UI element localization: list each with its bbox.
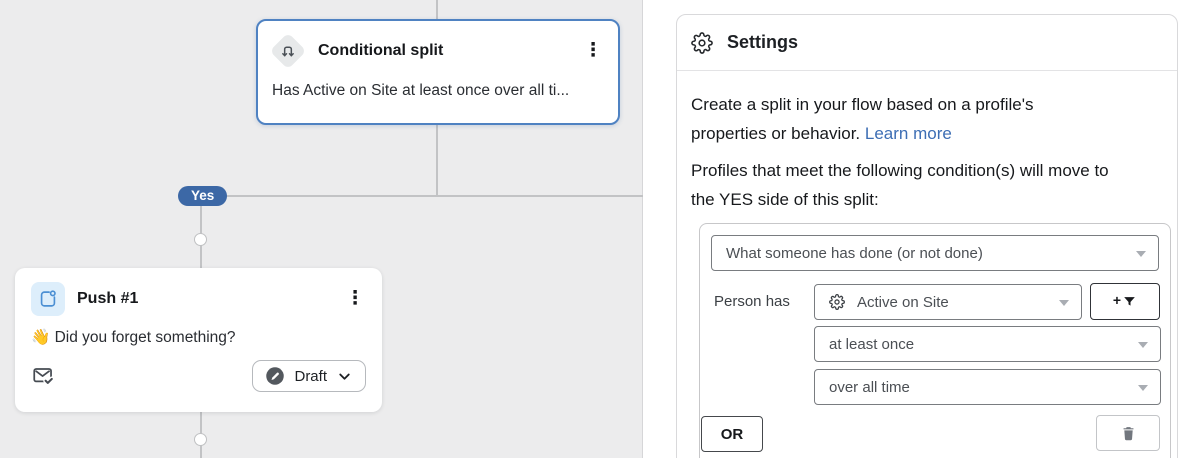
add-filter-button[interactable]: + (1090, 283, 1160, 320)
mobile-push-icon (31, 282, 65, 316)
or-condition-button[interactable]: OR (701, 416, 763, 452)
push-node[interactable]: Push #1 👋 Did you forget something? (15, 268, 382, 412)
kebab-menu-icon[interactable] (582, 41, 604, 61)
settings-panel-header: Settings (677, 15, 1177, 71)
condition-builder-box: What someone has done (or not done) Pers… (699, 223, 1171, 458)
funnel-filter-icon (1122, 294, 1137, 309)
envelope-check-icon (31, 363, 57, 389)
condition-summary: Has Active on Site at least once over al… (270, 82, 604, 100)
flow-builder-screen: Conditional split Has Active on Site at … (0, 0, 1200, 458)
connector-line (200, 195, 643, 197)
chevron-down-icon (1138, 342, 1148, 348)
connector-line (436, 124, 438, 196)
connector-line (200, 196, 202, 268)
connector-dot[interactable] (194, 233, 207, 246)
condition-type-dropdown[interactable]: What someone has done (or not done) (711, 235, 1159, 271)
metric-dropdown[interactable]: Active on Site (814, 284, 1082, 320)
yes-branch-badge: Yes (178, 186, 227, 206)
flow-canvas[interactable]: Conditional split Has Active on Site at … (0, 0, 643, 458)
chevron-down-icon (1138, 385, 1148, 391)
chevron-down-icon (336, 368, 353, 385)
condition-intro: Profiles that meet the following conditi… (691, 156, 1109, 214)
draft-status-icon (265, 366, 285, 386)
timeframe-dropdown[interactable]: over all time (814, 369, 1161, 405)
node-title: Push #1 (77, 290, 138, 308)
settings-panel: Settings Create a split in your flow bas… (676, 14, 1178, 458)
kebab-menu-icon[interactable] (344, 289, 366, 309)
conditional-split-node[interactable]: Conditional split Has Active on Site at … (256, 19, 620, 125)
learn-more-link[interactable]: Learn more (865, 124, 952, 143)
status-dropdown-button[interactable]: Draft (252, 360, 366, 392)
push-message-preview: 👋 Did you forget something? (31, 328, 366, 347)
gear-icon (691, 32, 713, 54)
connector-dot[interactable] (194, 433, 207, 446)
person-has-label: Person has (714, 284, 790, 320)
chevron-down-icon (1059, 300, 1069, 306)
trash-icon (1120, 425, 1137, 442)
panel-title: Settings (727, 32, 798, 53)
frequency-dropdown[interactable]: at least once (814, 326, 1161, 362)
status-label: Draft (294, 368, 327, 385)
gear-icon (829, 294, 845, 310)
conditional-split-icon (270, 33, 306, 69)
chevron-down-icon (1136, 251, 1146, 257)
node-title: Conditional split (318, 42, 443, 60)
delete-condition-button[interactable] (1096, 415, 1160, 451)
connector-line (436, 0, 438, 20)
split-description: Create a split in your flow based on a p… (691, 90, 1033, 148)
